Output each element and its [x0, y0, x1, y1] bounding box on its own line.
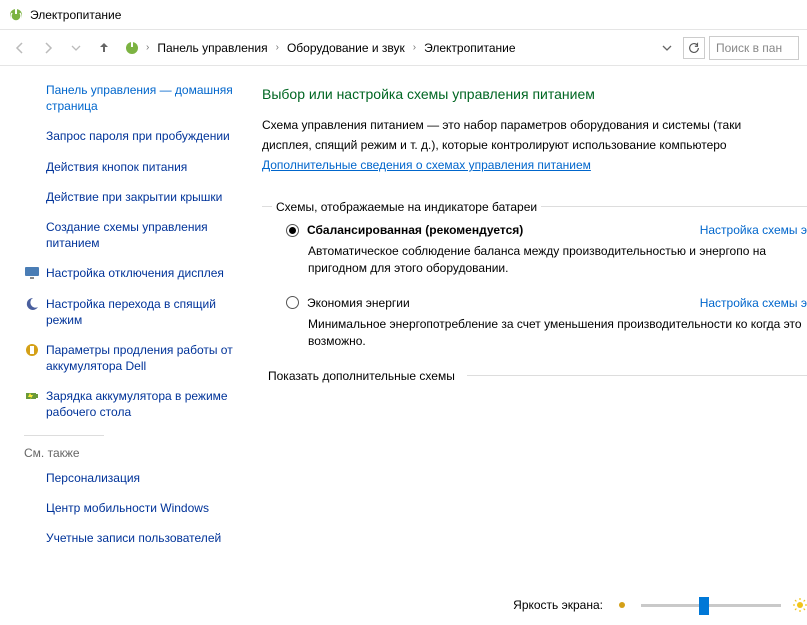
- breadcrumb-item[interactable]: Электропитание: [422, 39, 517, 57]
- sun-dim-icon: [615, 598, 629, 612]
- breadcrumb-item[interactable]: Панель управления: [155, 39, 269, 57]
- sidebar-link-power-buttons[interactable]: Действия кнопок питания: [24, 159, 240, 175]
- plan-description: Минимальное энергопотребление за счет ум…: [308, 316, 807, 351]
- main-pane: Выбор или настройка схемы управления пит…: [250, 66, 807, 625]
- see-also-header: См. также: [24, 446, 240, 460]
- forward-button[interactable]: [36, 36, 60, 60]
- navbar: › Панель управления › Оборудование и зву…: [0, 30, 807, 66]
- power-options-icon: [8, 7, 24, 23]
- sidebar-label: Учетные записи пользователей: [46, 530, 221, 546]
- breadcrumb-item[interactable]: Оборудование и звук: [285, 39, 407, 57]
- up-button[interactable]: [92, 36, 116, 60]
- brightness-control: Яркость экрана:: [250, 595, 807, 615]
- slider-track: [641, 604, 781, 607]
- chevron-right-icon: ›: [413, 42, 416, 53]
- moon-icon: [24, 296, 40, 312]
- plan-name: Сбалансированная (рекомендуется): [307, 223, 523, 237]
- battery-charge-icon: [24, 388, 40, 404]
- sidebar-link-user-accounts[interactable]: Учетные записи пользователей: [24, 530, 240, 546]
- sidebar: Панель управления — домашняя страница За…: [0, 66, 250, 625]
- sidebar-label: Персонализация: [46, 470, 140, 486]
- sidebar-link-lid-close[interactable]: Действие при закрытии крышки: [24, 189, 240, 205]
- refresh-button[interactable]: [683, 37, 705, 59]
- sidebar-label: Запрос пароля при пробуждении: [46, 128, 230, 144]
- sidebar-label: Параметры продления работы от аккумулято…: [46, 342, 240, 374]
- search-placeholder: Поиск в пан: [716, 41, 782, 55]
- sidebar-link-require-password[interactable]: Запрос пароля при пробуждении: [24, 128, 240, 144]
- sidebar-separator: [24, 435, 104, 436]
- monitor-icon: [24, 265, 40, 281]
- page-heading: Выбор или настройка схемы управления пит…: [262, 86, 807, 102]
- titlebar: Электропитание: [0, 0, 807, 30]
- plan-description: Автоматическое соблюдение баланса между …: [308, 243, 807, 278]
- sidebar-label: Создание схемы управления питанием: [46, 219, 240, 251]
- content-area: Панель управления — домашняя страница За…: [0, 66, 807, 625]
- intro-text-2: дисплея, спящий режим и т. д.), которые …: [262, 136, 807, 154]
- control-panel-home-link[interactable]: Панель управления — домашняя страница: [24, 82, 240, 114]
- sidebar-label: Зарядка аккумулятора в режиме рабочего с…: [46, 388, 240, 420]
- brightness-label: Яркость экрана:: [513, 598, 603, 612]
- group-legend: Схемы, отображаемые на индикаторе батаре…: [272, 200, 541, 214]
- sidebar-label: Панель управления — домашняя страница: [46, 82, 240, 114]
- breadcrumb[interactable]: › Панель управления › Оборудование и зву…: [124, 39, 518, 57]
- sidebar-link-dell-battery[interactable]: Параметры продления работы от аккумулято…: [24, 342, 240, 374]
- change-plan-settings-link[interactable]: Настройка схемы э: [700, 223, 807, 237]
- sidebar-label: Центр мобильности Windows: [46, 500, 209, 516]
- show-additional-plans[interactable]: Показать дополнительные схемы: [262, 369, 807, 383]
- sidebar-link-display-off[interactable]: Настройка отключения дисплея: [24, 265, 240, 281]
- chevron-right-icon: ›: [276, 42, 279, 53]
- recent-dropdown[interactable]: [64, 36, 88, 60]
- plan-balanced: Сбалансированная (рекомендуется) Настрой…: [286, 223, 807, 278]
- plan-name: Экономия энергии: [307, 296, 410, 310]
- learn-more-link[interactable]: Дополнительные сведения о схемах управле…: [262, 158, 591, 172]
- sidebar-label: Действие при закрытии крышки: [46, 189, 222, 205]
- back-button[interactable]: [8, 36, 32, 60]
- slider-thumb[interactable]: [699, 597, 709, 615]
- plan-radio-balanced[interactable]: [286, 224, 299, 237]
- sidebar-link-personalization[interactable]: Персонализация: [24, 470, 240, 486]
- sidebar-link-create-plan[interactable]: Создание схемы управления питанием: [24, 219, 240, 251]
- power-options-icon: [124, 40, 140, 56]
- expand-label: Показать дополнительные схемы: [262, 369, 461, 383]
- brightness-slider[interactable]: [641, 595, 781, 615]
- chevron-right-icon: ›: [146, 42, 149, 53]
- sidebar-label: Действия кнопок питания: [46, 159, 187, 175]
- plan-power-saver: Экономия энергии Настройка схемы э Миним…: [286, 296, 807, 351]
- window-title: Электропитание: [30, 8, 121, 22]
- intro-text-1: Схема управления питанием — это набор па…: [262, 116, 807, 134]
- divider: [467, 375, 807, 376]
- plans-group: Схемы, отображаемые на индикаторе батаре…: [262, 192, 807, 351]
- sidebar-link-mobility-center[interactable]: Центр мобильности Windows: [24, 500, 240, 516]
- sidebar-link-desktop-charge[interactable]: Зарядка аккумулятора в режиме рабочего с…: [24, 388, 240, 420]
- sidebar-label: Настройка перехода в спящий режим: [46, 296, 240, 328]
- change-plan-settings-link[interactable]: Настройка схемы э: [700, 296, 807, 310]
- dell-battery-icon: [24, 342, 40, 358]
- plan-radio-power-saver[interactable]: [286, 296, 299, 309]
- sidebar-label: Настройка отключения дисплея: [46, 265, 224, 281]
- sun-bright-icon: [793, 598, 807, 612]
- search-input[interactable]: Поиск в пан: [709, 36, 799, 60]
- sidebar-link-sleep[interactable]: Настройка перехода в спящий режим: [24, 296, 240, 328]
- breadcrumb-dropdown[interactable]: [655, 36, 679, 60]
